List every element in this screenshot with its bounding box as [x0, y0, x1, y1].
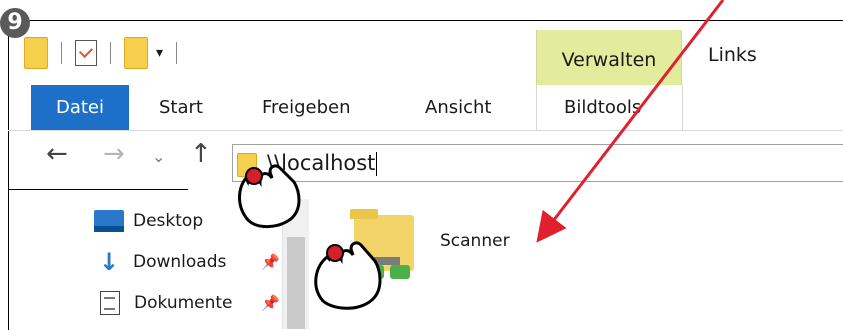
- sidebar-scrollbar[interactable]: ^: [282, 199, 309, 329]
- separator: [176, 42, 178, 64]
- tab-freigeben[interactable]: Freigeben: [262, 85, 351, 130]
- sidebar-item-label: Dokumente: [134, 293, 233, 313]
- sidebar-item-desktop[interactable]: Desktop 📌: [94, 207, 284, 235]
- network-share-icon: [364, 257, 410, 285]
- recent-locations-button[interactable]: ⌄: [152, 147, 165, 166]
- divider: [8, 189, 188, 190]
- tab-ansicht[interactable]: Ansicht: [425, 85, 491, 130]
- sidebar-item-label: Downloads: [133, 252, 227, 272]
- forward-button[interactable]: →: [103, 139, 125, 169]
- sidebar-item-label: Desktop: [133, 211, 204, 231]
- scroll-up-button[interactable]: ^: [283, 199, 309, 215]
- tab-verwalten[interactable]: Verwalten: [536, 30, 682, 85]
- tab-verwalten-label: Verwalten: [561, 49, 657, 71]
- navigation-bar: ← → ⌄ ↑ \\localhost: [8, 131, 843, 189]
- text-caret: [376, 152, 378, 176]
- downloads-icon: ↓: [98, 248, 120, 276]
- navigation-pane: Desktop 📌 ↓ Downloads 📌 Dokumente 📌: [90, 199, 290, 329]
- separator: [61, 42, 62, 64]
- folder-icon[interactable]: [24, 37, 48, 69]
- content-item-scanner[interactable]: [340, 205, 540, 305]
- tab-datei[interactable]: Datei: [31, 85, 129, 130]
- new-folder-icon[interactable]: [124, 37, 148, 69]
- sidebar-item-downloads[interactable]: ↓ Downloads 📌: [94, 248, 284, 276]
- context-divider-left: [536, 85, 537, 130]
- step-number-badge: 9: [0, 8, 30, 38]
- desktop-icon: [94, 210, 124, 232]
- address-text: \\localhost: [267, 151, 376, 175]
- address-bar[interactable]: \\localhost: [232, 144, 843, 182]
- ribbon-tabs: Datei Start Freigeben Ansicht Bildtools: [8, 85, 843, 131]
- quick-access-toolbar: ▾: [24, 35, 190, 71]
- pin-icon[interactable]: 📌: [261, 212, 280, 230]
- sidebar-item-dokumente[interactable]: Dokumente 📌: [94, 289, 284, 317]
- tab-bildtools[interactable]: Bildtools: [564, 85, 641, 130]
- tab-start[interactable]: Start: [159, 85, 203, 130]
- separator: [110, 42, 111, 64]
- pin-icon[interactable]: 📌: [261, 253, 280, 271]
- pin-icon[interactable]: 📌: [261, 294, 280, 312]
- up-button[interactable]: ↑: [190, 139, 212, 169]
- window-title: Links: [708, 44, 757, 66]
- scroll-thumb[interactable]: [287, 237, 305, 329]
- context-divider-right: [682, 85, 683, 130]
- customize-toolbar-dropdown[interactable]: ▾: [156, 46, 163, 60]
- address-folder-icon: [237, 153, 257, 177]
- content-item-label[interactable]: Scanner: [440, 231, 510, 251]
- properties-icon[interactable]: [75, 40, 97, 66]
- back-button[interactable]: ←: [46, 139, 68, 169]
- documents-icon: [100, 291, 120, 315]
